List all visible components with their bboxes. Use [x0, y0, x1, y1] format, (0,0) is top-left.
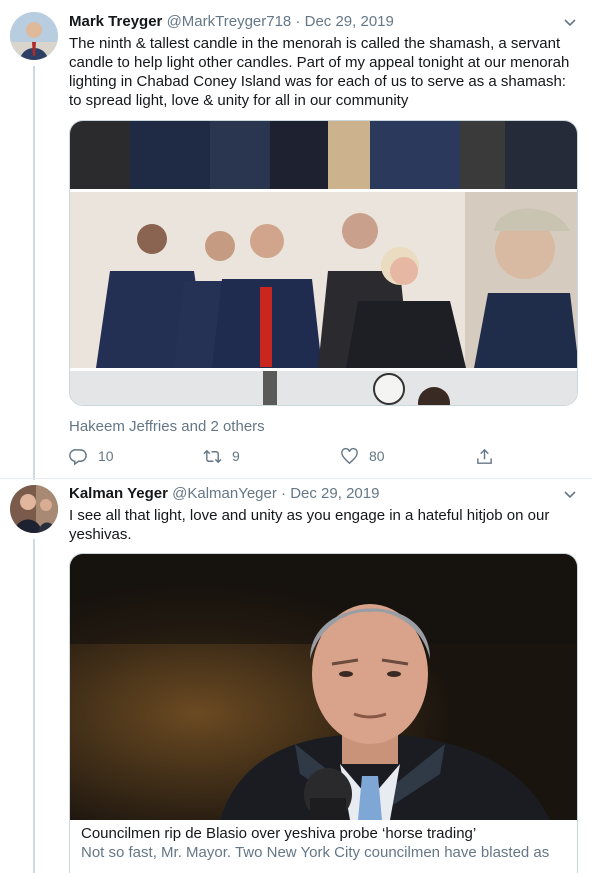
tweet-header: Mark Treyger @MarkTreyger718 · Dec 29, 2…: [69, 12, 394, 32]
thread-line: [33, 66, 35, 480]
chevron-down-icon[interactable]: [562, 486, 578, 502]
card-image: [70, 554, 577, 820]
retweet-icon: [203, 449, 222, 463]
retweet-count: 9: [232, 448, 240, 464]
retweet-button[interactable]: 9: [203, 444, 240, 468]
card-title[interactable]: Councilmen rip de Blasio over yeshiva pr…: [81, 824, 566, 843]
tweet-text: I see all that light, love and unity as …: [69, 507, 550, 543]
chevron-down-icon[interactable]: [562, 14, 578, 30]
tweet-date[interactable]: Dec 29, 2019: [305, 13, 394, 30]
separator: ·: [281, 485, 287, 502]
avatar[interactable]: [10, 485, 58, 533]
heart-icon: [341, 447, 358, 464]
card-text: Councilmen rip de Blasio over yeshiva pr…: [70, 824, 577, 862]
card-description: Not so fast, Mr. Mayor. Two New York Cit…: [81, 844, 550, 861]
tweet-actions: 10 9 80: [69, 444, 499, 468]
link-card[interactable]: Councilmen rip de Blasio over yeshiva pr…: [69, 553, 578, 873]
avatar[interactable]: [10, 12, 58, 60]
tweet-2[interactable]: Kalman Yeger @KalmanYeger · Dec 29, 2019…: [0, 479, 592, 873]
tweet-photo[interactable]: [69, 120, 578, 406]
tweet-header: Kalman Yeger @KalmanYeger · Dec 29, 2019: [69, 484, 379, 504]
thread-line: [33, 539, 35, 873]
tweet-1[interactable]: Mark Treyger @MarkTreyger718 · Dec 29, 2…: [0, 0, 592, 480]
share-button[interactable]: [475, 444, 504, 468]
like-count: 80: [369, 448, 385, 464]
tweet-text: The ninth & tallest candle in the menora…: [69, 35, 570, 109]
reply-button[interactable]: 10: [69, 444, 114, 468]
share-icon: [477, 448, 492, 464]
separator: ·: [295, 13, 301, 30]
display-name[interactable]: Mark Treyger: [69, 13, 162, 30]
reply-icon: [69, 448, 87, 466]
like-button[interactable]: 80: [340, 444, 385, 468]
reply-count: 10: [98, 448, 114, 464]
tweet-date[interactable]: Dec 29, 2019: [290, 485, 379, 502]
menorah-photo: [70, 121, 577, 405]
user-handle[interactable]: @KalmanYeger: [172, 485, 277, 502]
display-name[interactable]: Kalman Yeger: [69, 485, 168, 502]
user-handle[interactable]: @MarkTreyger718: [167, 13, 292, 30]
liked-by-link[interactable]: Hakeem Jeffries and 2 others: [69, 418, 265, 435]
